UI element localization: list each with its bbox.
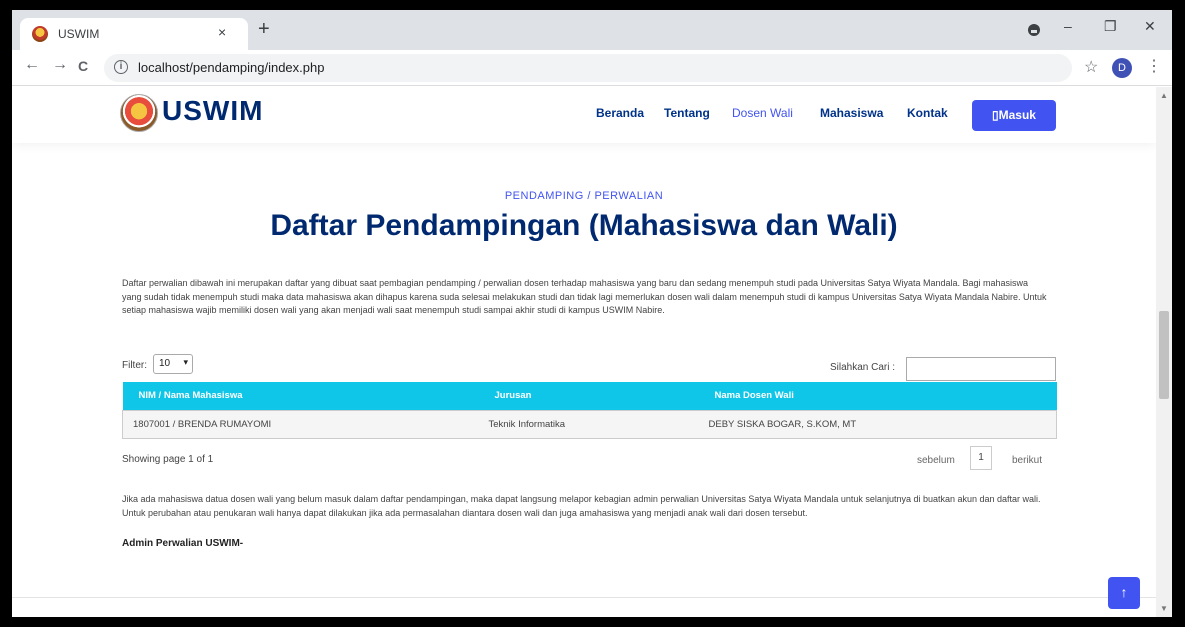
browser-window: USWIM × + – ❐ ✕ ← → C i localhost/pendam… — [12, 10, 1172, 617]
browser-menu-icon[interactable]: ⋮ — [1146, 56, 1162, 76]
login-button[interactable]: ▯Masuk — [972, 100, 1056, 131]
column-header-dosen-wali[interactable]: Nama Dosen Wali — [698, 382, 1057, 410]
intro-paragraph: Daftar perwalian dibawah ini merupakan d… — [122, 278, 1047, 315]
cell-dosen-wali: DEBY SISKA BOGAR, S.KOM, MT — [698, 409, 1057, 439]
minimize-icon[interactable]: – — [1064, 18, 1072, 34]
cell-nim-name: 1807001 / BRENDA RUMAYOMI — [122, 409, 479, 439]
tab-close-icon[interactable]: × — [218, 24, 226, 40]
search-label: Silahkan Cari : — [830, 362, 896, 373]
table-row: 1807001 / BRENDA RUMAYOMI Teknik Informa… — [122, 409, 1057, 439]
page-number-button[interactable]: 1 — [970, 446, 992, 470]
url-text: localhost/pendamping/index.php — [138, 60, 325, 75]
address-bar[interactable]: i localhost/pendamping/index.php — [104, 54, 1072, 82]
section-label: PENDAMPING / PERWALIAN — [504, 190, 664, 202]
footer-divider — [12, 597, 1156, 598]
filter-label: Filter: — [122, 360, 147, 371]
nav-beranda[interactable]: Beranda — [596, 106, 644, 120]
extension-icon[interactable] — [1028, 24, 1040, 36]
nav-dosen-wali[interactable]: Dosen Wali — [732, 106, 793, 120]
bookmark-star-icon[interactable]: ☆ — [1084, 57, 1098, 77]
table-header-row: NIM / Nama Mahasiswa Jurusan Nama Dosen … — [122, 382, 1057, 410]
tab-strip: USWIM × + – ❐ ✕ — [12, 10, 1172, 50]
filter-value: 10 — [159, 358, 171, 369]
filter-select[interactable]: 10 ▾ — [153, 354, 193, 374]
nav-tentang[interactable]: Tentang — [664, 106, 710, 120]
site-logo-text[interactable]: USWIM — [162, 95, 263, 127]
signoff-text: Admin Perwalian USWIM- — [122, 538, 244, 549]
footer-note-paragraph: Jika ada mahasiswa datua dosen wali yang… — [122, 494, 1041, 518]
browser-tab[interactable]: USWIM × — [20, 18, 248, 50]
pagination-info: Showing page 1 of 1 — [122, 454, 214, 465]
uswim-logo-icon[interactable] — [120, 94, 158, 132]
column-header-nim[interactable]: NIM / Nama Mahasiswa — [122, 382, 479, 410]
site-info-icon[interactable]: i — [114, 60, 128, 74]
forward-arrow-icon[interactable]: → — [52, 56, 68, 74]
page-title: Daftar Pendampingan (Mahasiswa dan Wali) — [270, 209, 898, 242]
back-to-top-button[interactable]: ↑ — [1108, 577, 1140, 609]
new-tab-icon[interactable]: + — [258, 19, 270, 39]
scrollbar-thumb[interactable] — [1159, 311, 1169, 399]
search-input[interactable] — [906, 357, 1056, 381]
restore-icon[interactable]: ❐ — [1104, 18, 1117, 35]
reload-icon[interactable]: C — [78, 58, 88, 74]
profile-avatar[interactable]: D — [1112, 58, 1132, 78]
page-viewport: USWIM Beranda Tentang Dosen Wali Mahasis… — [12, 87, 1156, 617]
next-page-button[interactable]: berikut — [1012, 455, 1042, 466]
nav-mahasiswa[interactable]: Mahasiswa — [820, 106, 883, 120]
back-arrow-icon[interactable]: ← — [24, 56, 40, 74]
scroll-up-icon[interactable]: ▲ — [1160, 91, 1168, 100]
site-favicon-icon — [32, 26, 48, 42]
window-close-icon[interactable]: ✕ — [1144, 18, 1156, 35]
column-header-jurusan[interactable]: Jurusan — [478, 382, 699, 410]
browser-toolbar: ← → C i localhost/pendamping/index.php ☆… — [12, 50, 1172, 86]
tab-title: USWIM — [58, 27, 100, 41]
cell-jurusan: Teknik Informatika — [478, 409, 699, 439]
chevron-down-icon: ▾ — [183, 357, 188, 367]
page-scrollbar[interactable]: ▲ ▼ — [1156, 87, 1172, 617]
nav-kontak[interactable]: Kontak — [907, 106, 948, 120]
scroll-down-icon[interactable]: ▼ — [1160, 604, 1168, 613]
site-header: USWIM Beranda Tentang Dosen Wali Mahasis… — [12, 87, 1156, 143]
guardian-table: NIM / Nama Mahasiswa Jurusan Nama Dosen … — [122, 382, 1057, 439]
previous-page-button[interactable]: sebelum — [917, 455, 955, 466]
